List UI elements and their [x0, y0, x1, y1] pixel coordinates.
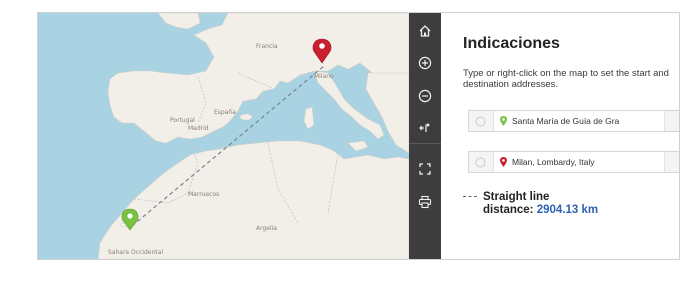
zoom-out-icon [418, 89, 432, 103]
distance-label-line2: distance: [483, 204, 534, 216]
balkans-landmass [365, 72, 409, 154]
destination-address-text: Milan, Lombardy, Italy [512, 157, 595, 167]
zoom-out-button[interactable] [409, 84, 441, 108]
dashed-line-icon [463, 196, 477, 197]
start-drag-handle[interactable] [469, 111, 491, 131]
print-button[interactable] [409, 190, 441, 214]
drag-handle-icon [475, 116, 485, 126]
sardinia-landmass [303, 106, 315, 130]
start-address-text: Santa María de Guía de Gra [512, 116, 620, 126]
toolbar-divider [409, 143, 441, 144]
map-label-milano: Milano [314, 73, 334, 80]
map-toolbar [409, 13, 441, 259]
destination-address-input[interactable]: Milan, Lombardy, Italy [493, 152, 665, 172]
fullscreen-button[interactable] [409, 157, 441, 181]
balearic-island [239, 113, 253, 121]
home-icon [419, 25, 431, 37]
destination-address-row: Milan, Lombardy, Italy [468, 151, 679, 173]
map-label-morocco: Marruecos [188, 191, 220, 198]
panel-description: Type or right-click on the map to set th… [463, 68, 669, 90]
map-label-france: Francia [256, 43, 278, 50]
print-icon [418, 195, 432, 209]
destination-drag-handle[interactable] [469, 152, 491, 172]
drag-handle-icon [475, 157, 485, 167]
map-view[interactable]: Francia Milano España Portugal Madrid Ma… [38, 13, 409, 260]
panel-title: Indicaciones [463, 35, 560, 52]
distance-value: 2904.13 km [536, 204, 599, 216]
map-label-western-sahara: Sahara Occidental [108, 249, 164, 256]
home-button[interactable] [409, 19, 441, 43]
start-address-input[interactable]: Santa María de Guía de Gra [493, 111, 665, 131]
fullscreen-icon [419, 163, 431, 175]
red-pin-icon [500, 157, 507, 167]
map-label-spain: España [214, 109, 236, 116]
green-pin-icon [500, 116, 507, 126]
britain-landmass [157, 13, 201, 30]
zoom-in-icon [418, 56, 432, 70]
swap-direction-icon [419, 123, 430, 132]
map-label-algeria: Argelia [256, 225, 277, 232]
directions-widget: Francia Milano España Portugal Madrid Ma… [37, 12, 680, 260]
distance-text: Straight line distance: 2904.13 km [483, 191, 673, 217]
swap-direction-button[interactable] [409, 116, 441, 140]
map-label-madrid: Madrid [188, 125, 209, 132]
sicily-landmass [347, 140, 369, 152]
map-canvas[interactable] [38, 13, 409, 260]
directions-panel: Indicaciones Type or right-click on the … [441, 13, 679, 259]
distance-label-line1: Straight line [483, 191, 550, 203]
zoom-in-button[interactable] [409, 51, 441, 75]
start-address-row: Santa María de Guía de Gra [468, 110, 679, 132]
map-label-portugal: Portugal [170, 117, 195, 124]
